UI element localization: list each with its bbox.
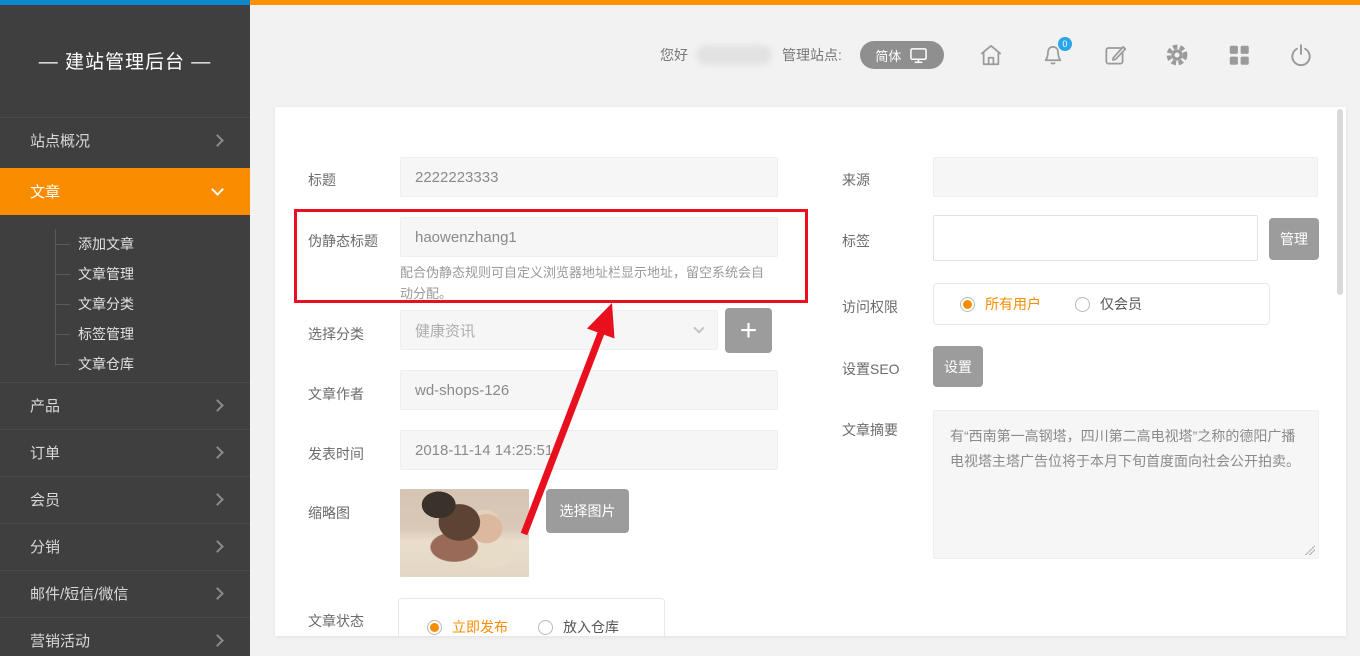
category-selected-value: 健康资讯	[415, 320, 475, 341]
greeting-text: 您好	[660, 45, 688, 65]
sidebar: — 建站管理后台 — 站点概况 文章 添加文章 文章管理 文章分类 标签管理 文…	[0, 5, 250, 656]
choose-image-button[interactable]: 选择图片	[546, 489, 629, 533]
chevron-right-icon	[211, 134, 224, 147]
radio-label: 放入仓库	[563, 617, 619, 636]
language-switch-button[interactable]: 简体	[860, 41, 944, 69]
sidebar-item-marketing[interactable]: 营销活动	[0, 617, 250, 656]
settings-gear-icon[interactable]	[1164, 42, 1190, 68]
source-input[interactable]	[933, 157, 1318, 197]
title-input[interactable]	[400, 157, 778, 197]
topbar: 您好 管理站点: 简体 0	[660, 30, 1330, 80]
author-input[interactable]	[400, 370, 778, 410]
sidebar-item-orders[interactable]: 订单	[0, 429, 250, 475]
radio-label: 所有用户	[985, 294, 1041, 314]
panel-scrollbar[interactable]	[1337, 109, 1343, 295]
chevron-down-icon	[693, 322, 704, 333]
seo-settings-button[interactable]: 设置	[933, 346, 983, 387]
summary-textarea[interactable]: 有“西南第一高钢塔，四川第二高电视塔”之称的德阳广播电视塔主塔广告位将于本月下旬…	[933, 410, 1319, 559]
summary-label: 文章摘要	[842, 420, 898, 440]
slug-input[interactable]	[400, 217, 778, 257]
radio-label: 仅会员	[1100, 294, 1142, 314]
language-label: 简体	[875, 46, 901, 65]
status-option-publish[interactable]: 立即发布	[427, 617, 508, 636]
radio-icon	[538, 620, 553, 635]
source-label: 来源	[842, 170, 870, 190]
topbar-icons: 0	[978, 42, 1314, 68]
access-option-all-users[interactable]: 所有用户	[960, 294, 1041, 314]
app-title: — 建站管理后台 —	[0, 47, 250, 74]
radio-icon	[960, 297, 975, 312]
chevron-right-icon	[211, 540, 224, 553]
submenu-item-add-article[interactable]: 添加文章	[0, 229, 250, 259]
submenu-item-article-manage[interactable]: 文章管理	[0, 259, 250, 289]
chevron-right-icon	[211, 587, 224, 600]
sidebar-item-articles[interactable]: 文章	[0, 168, 250, 215]
sidebar-item-label: 分销	[30, 536, 213, 557]
submenu-item-tag-manage[interactable]: 标签管理	[0, 319, 250, 349]
status-option-warehouse[interactable]: 放入仓库	[538, 617, 619, 636]
thumbnail-label: 缩略图	[308, 503, 350, 523]
chevron-right-icon	[211, 446, 224, 459]
submenu-item-article-category[interactable]: 文章分类	[0, 289, 250, 319]
sidebar-item-mail-sms-wechat[interactable]: 邮件/短信/微信	[0, 570, 250, 616]
publish-time-label: 发表时间	[308, 444, 364, 464]
slug-label: 伪静态标题	[308, 231, 378, 251]
sidebar-item-label: 文章	[30, 181, 213, 202]
sidebar-item-label: 会员	[30, 489, 213, 510]
monitor-icon	[909, 47, 928, 64]
slug-help-text: 配合伪静态规则可自定义浏览器地址栏显示地址，留空系统会自动分配。	[400, 262, 776, 304]
radio-label: 立即发布	[452, 617, 508, 636]
sidebar-item-label: 产品	[30, 395, 213, 416]
username-blurred	[696, 45, 772, 65]
chevron-right-icon	[211, 399, 224, 412]
notifications-icon[interactable]: 0	[1040, 42, 1066, 68]
textarea-resize-grip[interactable]	[1305, 545, 1315, 555]
radio-icon	[1075, 297, 1090, 312]
sidebar-item-distribution[interactable]: 分销	[0, 523, 250, 569]
access-radio-group: 所有用户 仅会员	[933, 283, 1270, 325]
access-option-members-only[interactable]: 仅会员	[1075, 294, 1142, 314]
author-label: 文章作者	[308, 384, 364, 404]
home-icon[interactable]	[978, 42, 1004, 68]
sidebar-item-products[interactable]: 产品	[0, 382, 250, 428]
sidebar-item-label: 站点概况	[30, 130, 213, 151]
status-radio-group: 立即发布 放入仓库	[398, 598, 665, 636]
article-edit-panel: 标题 伪静态标题 配合伪静态规则可自定义浏览器地址栏显示地址，留空系统会自动分配…	[275, 107, 1346, 636]
top-strip-orange	[250, 0, 1360, 5]
category-select[interactable]: 健康资讯	[400, 310, 718, 350]
status-label: 文章状态	[308, 611, 364, 631]
articles-submenu: 添加文章 文章管理 文章分类 标签管理 文章仓库	[0, 215, 250, 387]
sidebar-item-site-overview[interactable]: 站点概况	[0, 117, 250, 163]
manage-tags-button[interactable]: 管理	[1269, 218, 1319, 260]
radio-icon	[427, 620, 442, 635]
sidebar-item-members[interactable]: 会员	[0, 476, 250, 522]
apps-grid-icon[interactable]	[1226, 42, 1252, 68]
thumbnail-image	[400, 489, 529, 577]
notification-badge: 0	[1058, 37, 1072, 51]
access-label: 访问权限	[842, 297, 898, 317]
edit-icon[interactable]	[1102, 42, 1128, 68]
seo-label: 设置SEO	[842, 359, 900, 379]
publish-time-input[interactable]	[400, 430, 778, 470]
tags-input[interactable]	[933, 215, 1258, 261]
sidebar-item-label: 邮件/短信/微信	[30, 583, 213, 604]
submenu-item-article-warehouse[interactable]: 文章仓库	[0, 349, 250, 379]
sidebar-item-label: 订单	[30, 442, 213, 463]
chevron-right-icon	[211, 634, 224, 647]
chevron-down-icon	[211, 183, 224, 196]
manage-site-label: 管理站点:	[782, 45, 842, 65]
sidebar-item-label: 营销活动	[30, 630, 213, 651]
title-label: 标题	[308, 170, 336, 190]
chevron-right-icon	[211, 493, 224, 506]
category-label: 选择分类	[308, 324, 364, 344]
add-category-button[interactable]: +	[725, 308, 772, 353]
power-icon[interactable]	[1288, 42, 1314, 68]
tags-label: 标签	[842, 231, 870, 251]
